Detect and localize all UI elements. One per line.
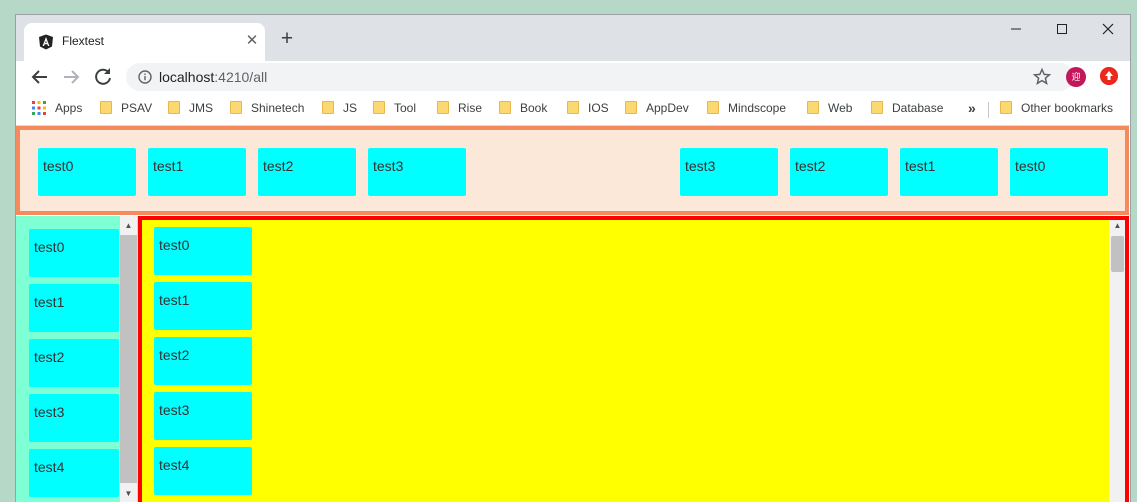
browser-window: Flextest ✕ + localhost:4210/all 迎 Apps P… <box>15 14 1131 502</box>
folder-icon <box>100 101 112 114</box>
back-arrow-icon[interactable] <box>28 65 52 89</box>
bookmark-folder[interactable]: Book <box>499 100 547 118</box>
scroll-up-arrow-icon[interactable]: ▲ <box>1109 221 1125 230</box>
folder-icon <box>625 101 637 114</box>
folder-icon <box>871 101 883 114</box>
folder-icon <box>230 101 242 114</box>
main-box: test3 <box>154 392 252 440</box>
page-viewport: test0 test1 test2 test3 test3 test2 test… <box>16 126 1130 502</box>
close-window-button[interactable] <box>1085 15 1130 45</box>
minimize-button[interactable] <box>993 15 1039 45</box>
bookmark-label: Other bookmarks <box>1021 101 1114 115</box>
bookmark-label: Book <box>520 101 548 115</box>
bookmark-label: Database <box>892 101 944 115</box>
folder-icon <box>499 101 511 114</box>
bookmark-label: Web <box>828 101 853 115</box>
reload-icon[interactable] <box>91 65 115 89</box>
bookmark-folder[interactable]: JS <box>322 100 357 118</box>
minimize-icon <box>1011 28 1021 30</box>
bookmark-folder[interactable]: Shinetech <box>230 100 304 118</box>
sidebar-box: test1 <box>29 284 119 332</box>
bookmark-apps[interactable]: Apps <box>32 100 82 118</box>
sidebar-container[interactable]: test0 test1 test2 test3 test4 ▲ ▼ <box>16 216 138 502</box>
main-scrollbar-thumb[interactable] <box>1111 236 1124 272</box>
scroll-down-arrow-icon[interactable]: ▼ <box>120 489 137 498</box>
header-box: test1 <box>900 148 998 196</box>
url-path: :4210/all <box>214 69 268 85</box>
bookmark-folder[interactable]: Web <box>807 100 852 118</box>
bookmark-other[interactable]: Other bookmarks <box>1000 100 1113 118</box>
sidebar-box: test0 <box>29 229 119 277</box>
bookmarks-overflow-chevron-icon[interactable]: » <box>968 100 976 118</box>
folder-icon <box>807 101 819 114</box>
upload-extension-icon[interactable] <box>1100 67 1118 85</box>
folder-icon <box>373 101 385 114</box>
header-box: test0 <box>38 148 136 196</box>
maximize-button[interactable] <box>1039 15 1085 45</box>
main-box: test1 <box>154 282 252 330</box>
bookmark-label: Rise <box>458 101 483 115</box>
scroll-up-arrow-icon[interactable]: ▲ <box>120 221 137 230</box>
tab-title: Flextest <box>62 34 105 48</box>
folder-icon <box>322 101 334 114</box>
bookmark-folder[interactable]: AppDev <box>625 100 689 118</box>
folder-icon <box>567 101 579 114</box>
profile-avatar[interactable]: 迎 <box>1066 67 1086 87</box>
main-container[interactable]: test0 test1 test2 test3 test4 ▲ <box>138 216 1129 502</box>
bookmark-folder[interactable]: Rise <box>437 100 482 118</box>
header-container: test0 test1 test2 test3 test3 test2 test… <box>16 126 1129 215</box>
header-box: test2 <box>258 148 356 196</box>
bookmark-label: Shinetech <box>251 101 305 115</box>
header-box: test2 <box>790 148 888 196</box>
bookmark-apps-label: Apps <box>55 101 83 115</box>
bookmark-label: JMS <box>189 101 213 115</box>
url-host: localhost <box>159 69 215 85</box>
close-icon <box>1102 23 1114 35</box>
close-tab-icon[interactable]: ✕ <box>243 32 261 50</box>
main-box: test2 <box>154 337 252 385</box>
bookmarks-separator <box>988 102 989 118</box>
maximize-icon <box>1057 24 1067 34</box>
url-text: localhost:4210/all <box>159 69 267 85</box>
folder-icon <box>168 101 180 114</box>
header-box: test3 <box>680 148 778 196</box>
bookmark-label: JS <box>343 101 358 115</box>
bookmark-folder[interactable]: IOS <box>567 100 609 118</box>
info-icon[interactable] <box>138 70 152 84</box>
bookmark-folder[interactable]: Tool <box>373 100 416 118</box>
header-box: test0 <box>1010 148 1108 196</box>
browser-toolbar: localhost:4210/all 迎 <box>16 61 1130 93</box>
tab-strip: Flextest ✕ + <box>16 15 1130 61</box>
folder-icon <box>1000 101 1012 114</box>
sidebar-box: test3 <box>29 394 119 442</box>
bookmark-folder[interactable]: PSAV <box>100 100 152 118</box>
header-box: test1 <box>148 148 246 196</box>
folder-icon <box>437 101 449 114</box>
bookmark-label: Tool <box>394 101 417 115</box>
main-box: test4 <box>154 447 252 495</box>
bookmark-folder[interactable]: Mindscope <box>707 100 786 118</box>
bookmark-label: Mindscope <box>728 101 787 115</box>
folder-icon <box>707 101 719 114</box>
new-tab-button[interactable]: + <box>275 28 299 52</box>
sidebar-box: test4 <box>29 449 119 497</box>
forward-arrow-icon[interactable] <box>59 65 83 89</box>
bookmark-label: IOS <box>588 101 609 115</box>
apps-grid-icon <box>32 101 46 115</box>
tab-flextest[interactable]: Flextest ✕ <box>24 23 265 61</box>
bookmark-star-icon[interactable] <box>1032 67 1052 87</box>
bookmark-label: AppDev <box>646 101 689 115</box>
sidebar-scrollbar-thumb[interactable] <box>120 235 137 483</box>
sidebar-box: test2 <box>29 339 119 387</box>
bookmark-label: PSAV <box>121 101 153 115</box>
bookmark-folder[interactable]: JMS <box>168 100 213 118</box>
main-box: test0 <box>154 227 252 275</box>
header-box: test3 <box>368 148 466 196</box>
bookmark-folder[interactable]: Database <box>871 100 943 118</box>
bookmarks-bar: Apps PSAV JMS Shinetech JS Tool Rise Boo… <box>16 93 1130 126</box>
angular-icon <box>39 34 53 50</box>
address-bar[interactable]: localhost:4210/all <box>126 63 1074 91</box>
